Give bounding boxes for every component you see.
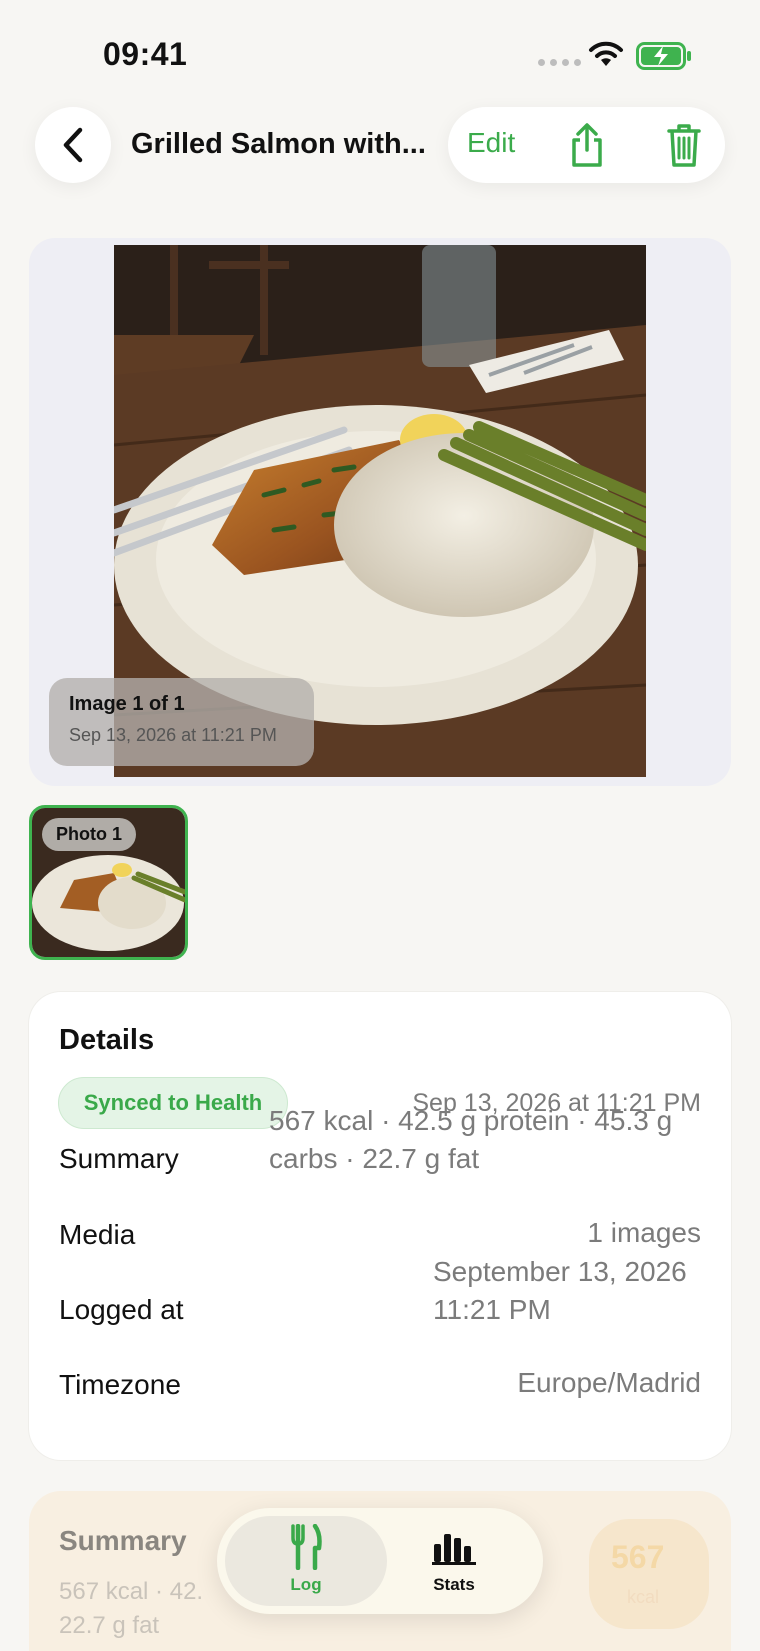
battery-charging-icon (636, 42, 691, 70)
image-date: Sep 13, 2026 at 11:21 PM (69, 725, 277, 745)
thumbnail-label: Photo 1 (42, 818, 136, 851)
image-counter: Image 1 of 1 (69, 693, 185, 715)
details-card: Details Synced to Health Sep 13, 2026 at… (29, 992, 731, 1460)
trash-icon[interactable] (666, 122, 702, 168)
summary-card-title: Summary (59, 1525, 187, 1556)
page-title: Grilled Salmon with... (131, 128, 426, 160)
summary-value: 567 kcal · 42.5 g protein · 45.3 g carbs… (269, 1105, 673, 1174)
bar-chart-icon[interactable] (432, 1530, 476, 1566)
wifi-icon (589, 41, 623, 66)
status-bar: 09:41 (0, 0, 760, 100)
logged-at-label: Logged at (59, 1294, 184, 1325)
chevron-left-icon (63, 127, 83, 163)
photo-thumbnail[interactable]: Photo 1 (29, 805, 188, 960)
edit-button[interactable]: Edit (467, 127, 515, 159)
kcal-unit: kcal (627, 1587, 660, 1607)
tab-log-label[interactable]: Log (285, 1575, 327, 1595)
back-button[interactable] (35, 107, 111, 183)
logged-at-value: September 13, 2026 11:21 PM (433, 1256, 687, 1325)
cellular-signal-icon (538, 59, 581, 66)
share-icon[interactable] (568, 122, 606, 168)
summary-label: Summary (59, 1143, 179, 1174)
image-caption: Image 1 of 1 Sep 13, 2026 at 11:21 PM (49, 678, 314, 766)
fork-knife-icon[interactable] (289, 1524, 323, 1570)
timezone-value: Europe/Madrid (517, 1367, 701, 1398)
health-sync-badge: Synced to Health (58, 1077, 288, 1129)
media-value: 1 images (587, 1217, 701, 1248)
actions-pill: Edit (448, 107, 725, 183)
timezone-label: Timezone (59, 1369, 181, 1400)
details-title: Details (59, 1024, 155, 1056)
kcal-value: 567 (611, 1539, 665, 1575)
media-label: Media (59, 1219, 136, 1250)
summary-card-text: 567 kcal · 42. 22.7 g fat (59, 1578, 204, 1639)
tab-stats-label[interactable]: Stats (423, 1575, 485, 1595)
tab-bar (217, 1508, 543, 1614)
status-time: 09:41 (103, 36, 188, 72)
